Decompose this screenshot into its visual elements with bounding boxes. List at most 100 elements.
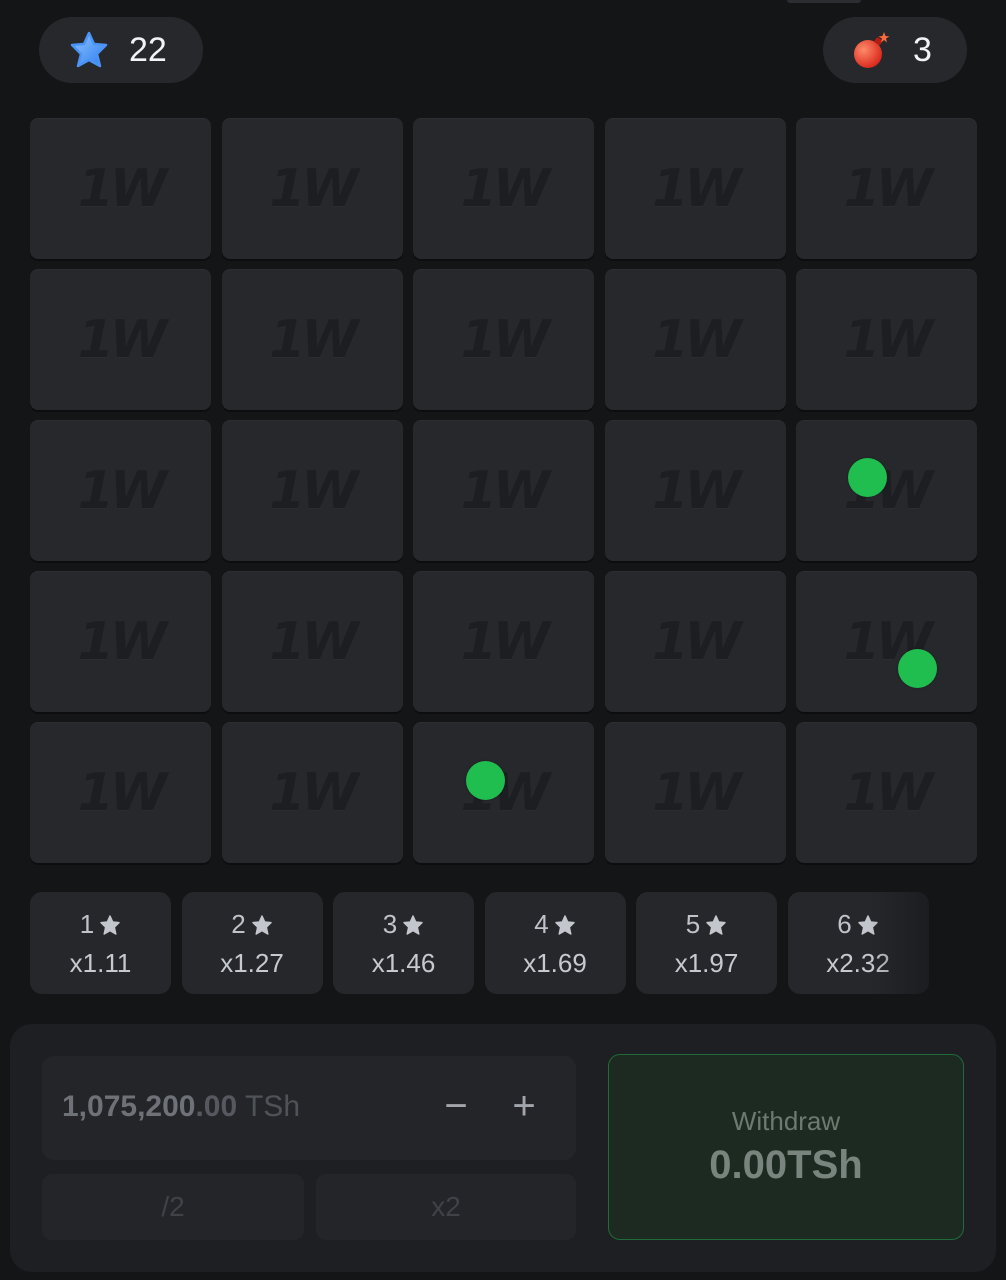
multiplier-row: 1 x1.11 2 x1.27 3 x1.46 4 x1.69 5 x1.97 6 x2.32 xyxy=(30,892,960,994)
star-icon xyxy=(251,914,272,935)
grid-tile[interactable]: 1W xyxy=(221,118,403,259)
bet-amount-decimal: .00 xyxy=(195,1090,238,1123)
grid-tile[interactable]: 1W xyxy=(30,420,211,561)
multiplier-count: 5 xyxy=(686,908,727,942)
mines-counter: 3 xyxy=(823,17,967,83)
multiplier-count-value: 2 xyxy=(231,909,246,939)
grid-tile[interactable]: 1W xyxy=(796,420,977,561)
multiplier-chip[interactable]: 2 x1.27 xyxy=(181,892,323,994)
withdraw-label: Withdraw xyxy=(731,1106,841,1136)
multiplier-value: x1.11 xyxy=(69,947,132,978)
grid-tile[interactable]: 1W xyxy=(796,722,977,863)
grid-tile[interactable]: 1W xyxy=(604,269,786,410)
multiplier-count-value: 3 xyxy=(382,909,398,939)
grid-tile[interactable]: 1W xyxy=(221,571,403,712)
multiplier-count: 3 xyxy=(383,908,424,942)
multiplier-value: x2.32 xyxy=(826,947,890,978)
tile-logo: 1W xyxy=(843,158,934,219)
decrease-bet-button[interactable]: − xyxy=(434,1084,478,1128)
multiplier-value: x1.27 xyxy=(220,947,284,978)
grid-tile[interactable]: 1W xyxy=(413,420,594,561)
multiplier-count-value: 4 xyxy=(534,909,549,939)
multiplier-count: 2 xyxy=(231,908,272,942)
tile-logo: 1W xyxy=(843,762,934,823)
grid-tile[interactable]: 1W xyxy=(30,571,211,712)
grid-tile[interactable]: 1W xyxy=(221,722,403,863)
tile-logo: 1W xyxy=(652,762,742,823)
grid-tile[interactable]: 1W xyxy=(30,269,211,410)
grid-tile[interactable]: 1W xyxy=(413,269,594,410)
grid-tile[interactable]: 1W xyxy=(604,118,786,259)
multiplier-count: 4 xyxy=(534,908,575,942)
tile-logo: 1W xyxy=(77,460,168,521)
multiplier-count: 1 xyxy=(80,908,121,942)
star-icon xyxy=(70,31,108,68)
multiplier-chip[interactable]: 6 x2.32 xyxy=(787,892,929,994)
tile-logo: 1W xyxy=(652,460,742,521)
star-icon xyxy=(857,914,878,935)
multiplier-chip[interactable]: 4 x1.69 xyxy=(484,892,626,994)
multiplier-count-value: 6 xyxy=(837,909,852,939)
double-bet-button[interactable]: x2 xyxy=(316,1174,576,1240)
tile-logo: 1W xyxy=(843,309,934,370)
tile-logo: 1W xyxy=(652,611,742,672)
multiplier-value: x1.46 xyxy=(371,947,436,978)
multiplier-value: x1.97 xyxy=(674,947,739,978)
halve-bet-button[interactable]: /2 xyxy=(42,1174,304,1240)
tile-logo: 1W xyxy=(77,158,168,219)
withdraw-amount: 0.00TSh xyxy=(709,1143,863,1187)
grid-tile[interactable]: 1W xyxy=(30,722,211,863)
grid-tile[interactable]: 1W xyxy=(796,269,977,410)
tile-logo: 1W xyxy=(77,762,168,823)
multiplier-chip[interactable]: 5 x1.97 xyxy=(636,892,777,994)
grid-tile[interactable]: 1W xyxy=(221,269,403,410)
tile-logo: 1W xyxy=(269,158,359,219)
tile-logo: 1W xyxy=(77,309,168,370)
grid-tile[interactable]: 1W xyxy=(604,722,786,863)
multiplier-value: x1.69 xyxy=(523,947,587,978)
tile-logo: 1W xyxy=(460,309,551,370)
multiplier-count: 6 xyxy=(837,908,878,942)
bet-currency: TSh xyxy=(237,1090,300,1123)
top-bar: 22 3 xyxy=(0,0,1006,100)
mines-count: 3 xyxy=(913,30,932,69)
grid-tile[interactable]: 1W xyxy=(796,571,977,712)
game-grid: 1W 1W 1W 1W 1W 1W 1W 1W 1W 1W 1W 1W 1W 1W 1W 1W 1W 1W 1W 1W… xyxy=(30,118,977,863)
bet-amount-field[interactable]: 1,075,200.00 TSh − + xyxy=(42,1056,576,1160)
bomb-icon xyxy=(854,32,890,68)
tile-logo: 1W xyxy=(652,158,742,219)
star-icon xyxy=(403,914,423,935)
star-icon xyxy=(706,914,726,935)
tile-logo: 1W xyxy=(460,460,551,521)
grid-tile[interactable]: 1W xyxy=(604,571,786,712)
star-icon xyxy=(554,914,575,935)
grid-tile[interactable]: 1W xyxy=(413,118,594,259)
stars-count: 22 xyxy=(129,30,167,69)
multiplier-count-value: 5 xyxy=(685,909,701,939)
grid-tile[interactable]: 1W xyxy=(413,722,594,863)
stars-counter: 22 xyxy=(39,17,203,83)
multiplier-chip[interactable]: 3 x1.46 xyxy=(333,892,474,994)
bet-amount-integer: 1,075,200 xyxy=(62,1090,196,1123)
multiplier-chip[interactable]: 1 x1.11 xyxy=(30,892,171,994)
green-marker xyxy=(466,761,505,800)
grid-tile[interactable]: 1W xyxy=(796,118,977,259)
multiplier-count-value: 1 xyxy=(79,909,95,939)
tile-logo: 1W xyxy=(652,309,742,370)
star-icon xyxy=(100,914,120,935)
grid-tile[interactable]: 1W xyxy=(413,571,594,712)
grid-tile[interactable]: 1W xyxy=(30,118,211,259)
grid-tile[interactable]: 1W xyxy=(604,420,786,561)
green-marker xyxy=(898,649,937,688)
tile-logo: 1W xyxy=(460,158,551,219)
withdraw-button[interactable]: Withdraw 0.00TSh xyxy=(608,1054,964,1240)
tile-logo: 1W xyxy=(460,611,551,672)
grid-tile[interactable]: 1W xyxy=(221,420,403,561)
tile-logo: 1W xyxy=(269,611,359,672)
tile-logo: 1W xyxy=(77,611,168,672)
increase-bet-button[interactable]: + xyxy=(502,1084,546,1128)
bet-amount: 1,075,200.00 TSh xyxy=(62,1090,300,1124)
bet-panel: 1,075,200.00 TSh − + /2 x2 Withdraw 0.00… xyxy=(10,1024,996,1272)
tile-logo: 1W xyxy=(269,309,359,370)
tile-logo: 1W xyxy=(269,460,359,521)
